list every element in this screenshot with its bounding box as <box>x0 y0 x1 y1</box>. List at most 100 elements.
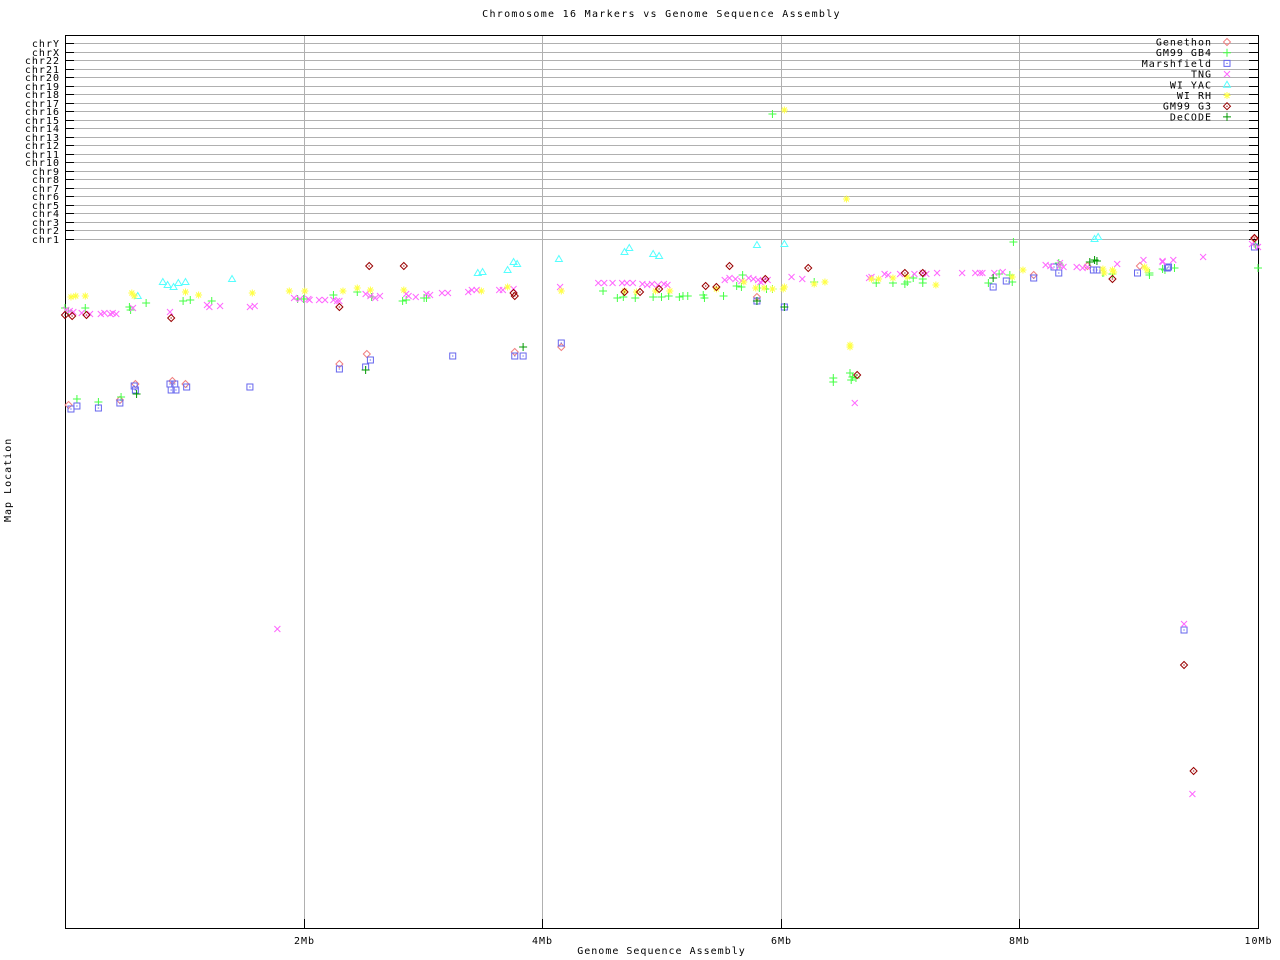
data-point <box>846 343 854 351</box>
data-point <box>438 289 446 297</box>
data-point <box>875 275 883 283</box>
data-point <box>399 261 409 271</box>
data-point <box>181 288 189 296</box>
data-point <box>158 277 168 285</box>
data-point <box>67 405 75 413</box>
legend-label: TNG <box>1191 70 1212 81</box>
data-point <box>798 275 806 283</box>
data-point <box>889 274 897 282</box>
data-point <box>1254 264 1262 272</box>
legend-item-gm99gb4: GM99 GB4 <box>1156 48 1231 59</box>
series-gm99g3 <box>60 233 1259 776</box>
y-tick-label: chr1 <box>32 235 60 246</box>
data-point <box>1179 660 1189 670</box>
data-point <box>251 302 259 310</box>
data-point <box>519 343 528 351</box>
legend-item-tng: TNG <box>1191 70 1231 81</box>
data-point <box>719 292 728 300</box>
data-point <box>911 270 918 278</box>
data-point <box>519 352 527 360</box>
data-point <box>1085 258 1094 266</box>
legend-item-wirh: WI RH <box>1177 91 1231 102</box>
series-wirh <box>67 106 1151 351</box>
legend-label: Genethon <box>1156 38 1212 49</box>
data-point <box>624 243 634 251</box>
data-point <box>629 279 637 287</box>
data-point <box>780 283 788 291</box>
data-point <box>1159 258 1166 266</box>
data-point <box>701 281 710 291</box>
data-point <box>788 273 795 281</box>
data-point <box>752 284 760 292</box>
data-point <box>932 281 940 289</box>
legend-label: WI RH <box>1177 91 1212 102</box>
data-point <box>984 279 993 287</box>
data-point <box>366 286 374 294</box>
data-point <box>623 279 631 287</box>
data-point <box>1222 37 1232 47</box>
data-point <box>315 296 323 304</box>
data-point <box>339 287 347 295</box>
legend-label: GM99 G3 <box>1163 102 1212 113</box>
data-point <box>725 261 734 271</box>
data-point <box>918 279 927 287</box>
data-point <box>227 274 237 282</box>
data-point <box>989 283 997 291</box>
series-tng <box>62 240 1262 798</box>
data-point <box>1113 260 1121 268</box>
data-point <box>301 287 309 295</box>
data-point <box>67 293 75 301</box>
data-point <box>666 287 674 295</box>
data-point <box>205 303 213 311</box>
plot-border <box>65 35 1259 929</box>
data-point <box>81 304 90 312</box>
data-point <box>1169 256 1177 264</box>
data-point <box>106 310 114 318</box>
data-point <box>760 284 768 292</box>
data-point <box>362 349 372 359</box>
data-point <box>648 280 656 288</box>
data-point <box>829 378 838 386</box>
data-point <box>478 267 487 275</box>
data-point <box>412 293 420 301</box>
data-point <box>81 292 89 300</box>
legend-label: DeCODE <box>1170 112 1212 123</box>
data-point <box>1223 112 1231 121</box>
data-point <box>1054 259 1063 267</box>
data-point <box>804 263 813 273</box>
data-point <box>557 287 565 295</box>
data-point <box>1199 253 1207 261</box>
data-point <box>1110 268 1118 276</box>
data-point <box>631 294 640 302</box>
data-point <box>78 309 86 317</box>
data-point <box>851 399 859 407</box>
data-point <box>1019 266 1027 274</box>
data-point <box>290 294 298 302</box>
data-point <box>444 289 452 297</box>
data-point <box>1223 70 1231 78</box>
series-wiyac <box>133 232 1103 299</box>
data-point <box>181 277 190 285</box>
data-point <box>810 280 818 288</box>
data-point <box>166 313 176 323</box>
data-point <box>1223 92 1231 99</box>
data-point <box>821 278 829 286</box>
data-point <box>738 271 747 279</box>
data-point <box>398 297 407 305</box>
data-point <box>554 254 564 262</box>
series-decode <box>132 256 1101 398</box>
data-point <box>72 395 81 403</box>
data-point <box>958 269 966 277</box>
plot-area: chrYchrXchr22chr21chr20chr19chr18chr17ch… <box>25 35 1272 947</box>
data-point <box>1223 59 1231 67</box>
data-point <box>1047 262 1054 270</box>
data-point <box>142 299 151 307</box>
data-point <box>1223 48 1231 57</box>
data-point <box>173 278 183 286</box>
data-point <box>285 287 293 295</box>
data-point <box>195 291 203 299</box>
data-point <box>1100 269 1108 277</box>
data-point <box>613 294 622 302</box>
legend-item-decode: DeCODE <box>1170 112 1231 123</box>
data-point <box>1159 257 1166 265</box>
